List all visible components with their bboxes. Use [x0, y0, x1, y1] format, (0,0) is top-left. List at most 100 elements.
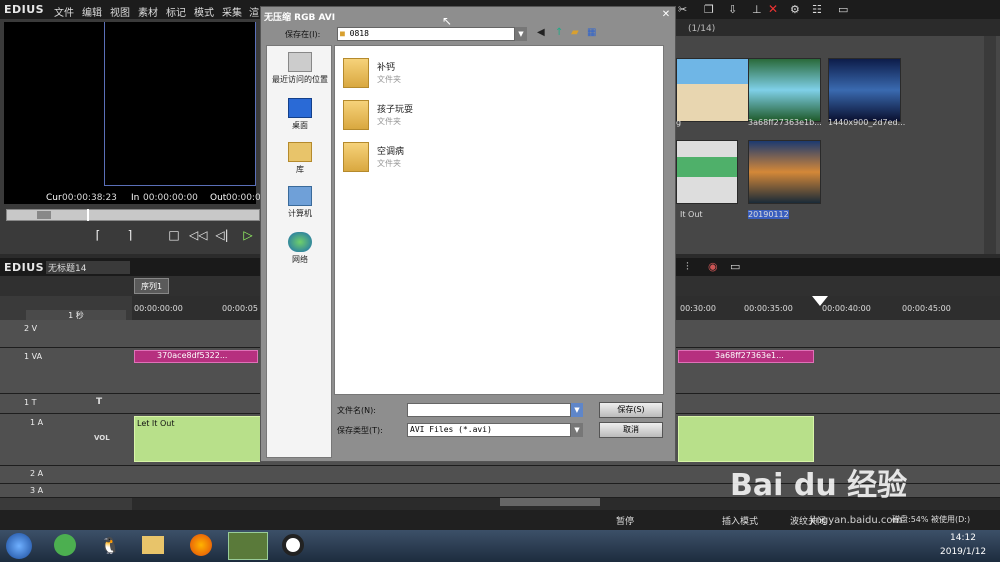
- timeline-menu-icon[interactable]: ▭: [730, 260, 740, 273]
- place-library[interactable]: 库: [267, 142, 333, 175]
- in-label: In: [131, 193, 140, 203]
- play-icon[interactable]: ▷: [239, 225, 257, 245]
- view-menu-icon[interactable]: ▦: [587, 27, 596, 38]
- filename-input[interactable]: [407, 403, 571, 417]
- rewind-icon[interactable]: ◁◁: [189, 225, 207, 245]
- toolbar-tool-icon[interactable]: ✂: [678, 3, 687, 16]
- folder-item[interactable]: 补钙 文件夹: [343, 54, 543, 94]
- desktop-icon: [288, 98, 312, 118]
- place-computer[interactable]: 计算机: [267, 186, 333, 219]
- ruler-tick: 00:00:00:00: [134, 304, 183, 313]
- menu-marker[interactable]: 标记: [166, 4, 186, 19]
- video-clip-label: 3a68ff27363e1...: [715, 351, 784, 360]
- update-icon[interactable]: [54, 534, 76, 556]
- playhead[interactable]: [812, 296, 828, 306]
- ruler-tick: 00:00:05: [222, 304, 258, 313]
- save-in-select[interactable]: ■ 0818: [337, 27, 515, 41]
- menu-view[interactable]: 视图: [110, 4, 130, 19]
- track-name: 1 A: [30, 418, 44, 427]
- bin-clip-thumbnail-selected[interactable]: [748, 140, 821, 204]
- timeline-scrollbar[interactable]: [500, 498, 600, 506]
- qq-icon[interactable]: 🐧: [100, 536, 120, 555]
- audio-clip[interactable]: Let It Out: [134, 416, 262, 462]
- set-out-icon[interactable]: ⌉: [121, 225, 139, 245]
- folder-name: 空调病: [377, 147, 405, 157]
- status-pause: 暂停: [616, 517, 635, 527]
- video-clip[interactable]: 3a68ff27363e1...: [678, 350, 814, 363]
- chevron-down-icon[interactable]: ▼: [515, 27, 527, 41]
- bin-clip-thumbnail[interactable]: [828, 58, 901, 122]
- back-icon[interactable]: ◀: [537, 27, 545, 38]
- ripple-delete-icon[interactable]: ⊥: [752, 3, 762, 16]
- cancel-button[interactable]: 取消: [599, 422, 663, 438]
- folder-item[interactable]: 孩子玩耍 文件夹: [343, 96, 543, 136]
- menu-file[interactable]: 文件: [54, 4, 74, 19]
- mouse-cursor-icon: ↖: [442, 14, 453, 28]
- delete-icon[interactable]: ✕: [768, 2, 778, 16]
- ruler-tick: 00:30:00: [680, 304, 716, 313]
- save-button[interactable]: 保存(S): [599, 402, 663, 418]
- stop-icon[interactable]: □: [165, 225, 183, 245]
- out-timecode: 00:00:0: [226, 193, 261, 203]
- menu-capture[interactable]: 采集: [222, 4, 242, 19]
- start-button[interactable]: [6, 533, 32, 559]
- view-mode-icon[interactable]: ☷: [812, 3, 822, 16]
- mixer-icon[interactable]: ⫶: [686, 260, 689, 274]
- edius-taskbar-icon[interactable]: [228, 532, 268, 560]
- close-icon[interactable]: ✕: [659, 9, 673, 22]
- filename-label: 文件名(N):: [337, 406, 376, 415]
- record-icon[interactable]: ◉: [708, 260, 718, 273]
- menu-render[interactable]: 渲: [249, 4, 259, 19]
- video-clip[interactable]: 370ace8df5322...: [134, 350, 258, 363]
- menu-edit[interactable]: 编辑: [82, 4, 102, 19]
- bin-menu-icon[interactable]: ▭: [838, 3, 848, 16]
- menu-mode[interactable]: 模式: [194, 4, 214, 19]
- safe-area-frame: [104, 22, 256, 186]
- folder-type: 文件夹: [377, 75, 401, 84]
- dialog-title: 无压缩 RGB AVI: [264, 13, 336, 23]
- folder-type: 文件夹: [377, 117, 401, 126]
- up-folder-icon[interactable]: ↑: [555, 27, 563, 38]
- step-back-icon[interactable]: ◁|: [213, 225, 231, 245]
- folder-small-icon: ■: [340, 29, 345, 38]
- firefox-icon[interactable]: [190, 534, 212, 556]
- bin-scrollbar[interactable]: [984, 36, 996, 254]
- track-name: 3 A: [30, 486, 44, 495]
- place-network[interactable]: 网络: [267, 232, 333, 265]
- chevron-down-icon[interactable]: ▼: [571, 423, 583, 437]
- save-in-value: 0818: [349, 29, 369, 38]
- place-desktop[interactable]: 桌面: [267, 98, 333, 131]
- add-to-timeline-icon[interactable]: ⇩: [728, 3, 737, 16]
- properties-icon[interactable]: ⚙: [790, 3, 800, 16]
- player-scrub-bar[interactable]: [6, 209, 260, 221]
- baidu-watermark-logo: Bai du 经验: [730, 468, 908, 503]
- folder-type: 文件夹: [377, 159, 401, 168]
- bin-clip-thumbnail[interactable]: [676, 58, 749, 122]
- place-recent[interactable]: 最近访问的位置: [267, 52, 333, 85]
- sequence-tab[interactable]: 序列1: [134, 278, 170, 294]
- cur-timecode: 00:00:38:23: [62, 193, 117, 203]
- folder-icon: [343, 58, 369, 88]
- new-folder-icon[interactable]: ▰: [571, 27, 579, 38]
- chevron-down-icon[interactable]: ▼: [571, 403, 583, 417]
- shuttle-knob[interactable]: [37, 211, 51, 219]
- filetype-select[interactable]: AVI Files (*.avi): [407, 423, 571, 437]
- record-app-icon[interactable]: [282, 534, 304, 556]
- bin-clip-label: 20190112: [748, 210, 789, 219]
- playhead-marker[interactable]: [87, 209, 89, 221]
- menu-clip[interactable]: 素材: [138, 4, 158, 19]
- audio-clip-label: Let It Out: [137, 419, 175, 428]
- set-in-icon[interactable]: ⌈: [89, 225, 107, 245]
- folder-name: 孩子玩耍: [377, 105, 414, 115]
- bin-toolbar: ✂ ❐ ⇩ ⊥ ✕ ⚙ ☷ ▭: [672, 0, 1000, 19]
- folder-item[interactable]: 空调病 文件夹: [343, 138, 543, 178]
- bin-panel: (1/14) g 3a68ff27363e1b... 1440x900_2d7e…: [672, 24, 1000, 254]
- bin-clip-thumbnail[interactable]: [748, 58, 821, 122]
- timeline-scale[interactable]: 1 秒: [26, 310, 126, 320]
- bin-clip-audio[interactable]: [676, 140, 738, 204]
- audio-clip[interactable]: [678, 416, 814, 462]
- bin-clip-label: 3a68ff27363e1b...: [748, 118, 822, 127]
- status-insert-mode: 插入模式: [722, 517, 759, 527]
- explorer-icon[interactable]: [142, 536, 164, 554]
- copy-icon[interactable]: ❐: [704, 3, 714, 16]
